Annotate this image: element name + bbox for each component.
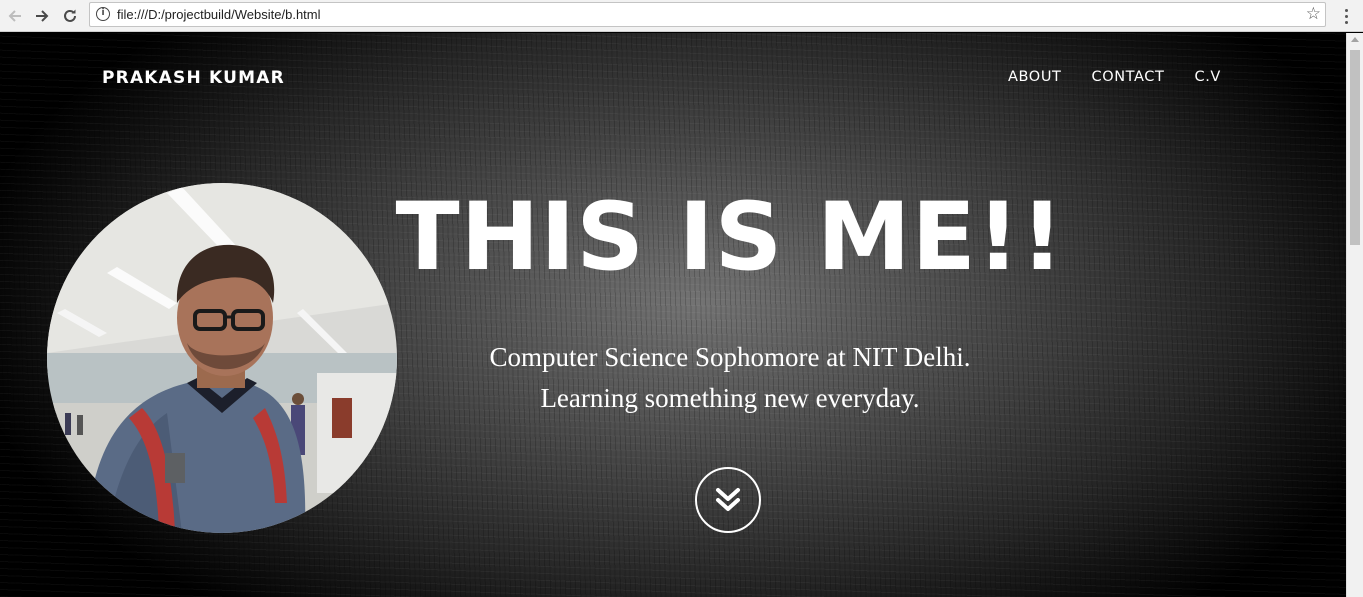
double-chevron-down-icon [716, 488, 740, 511]
forward-button[interactable] [31, 5, 53, 27]
browser-toolbar: i file:///D:/projectbuild/Website/b.html… [0, 0, 1363, 32]
nav-about[interactable]: ABOUT [1008, 69, 1062, 85]
info-icon[interactable]: i [96, 7, 110, 21]
reload-icon [64, 9, 76, 22]
hero-subtitle: Computer Science Sophomore at NIT Delhi.… [380, 337, 1080, 419]
kebab-menu-icon[interactable] [1340, 5, 1352, 27]
page-scrollbar[interactable] [1346, 33, 1363, 597]
arrow-right-icon [36, 10, 49, 22]
scroll-down-button[interactable] [695, 467, 761, 533]
address-bar[interactable]: i file:///D:/projectbuild/Website/b.html… [89, 2, 1326, 27]
url-text[interactable]: file:///D:/projectbuild/Website/b.html [117, 7, 321, 22]
nav-contact[interactable]: CONTACT [1092, 69, 1165, 85]
arrow-left-icon [8, 10, 21, 22]
hero-headline: THIS IS ME!! [395, 183, 1065, 292]
site-brand[interactable]: PRAKASH KUMAR [102, 68, 285, 88]
star-icon[interactable]: ☆ [1306, 4, 1321, 24]
hero-section: PRAKASH KUMAR ABOUT CONTACT C.V THIS IS … [0, 33, 1346, 597]
subtitle-line-2: Learning something new everyday. [540, 383, 920, 413]
subtitle-line-1: Computer Science Sophomore at NIT Delhi. [489, 342, 971, 372]
back-button[interactable] [4, 5, 26, 27]
reload-button[interactable] [59, 5, 81, 27]
site-nav: ABOUT CONTACT C.V [1008, 69, 1221, 85]
scrollbar-thumb[interactable] [1350, 50, 1360, 245]
scroll-up-arrow-icon[interactable] [1351, 37, 1359, 42]
nav-cv[interactable]: C.V [1194, 69, 1220, 85]
